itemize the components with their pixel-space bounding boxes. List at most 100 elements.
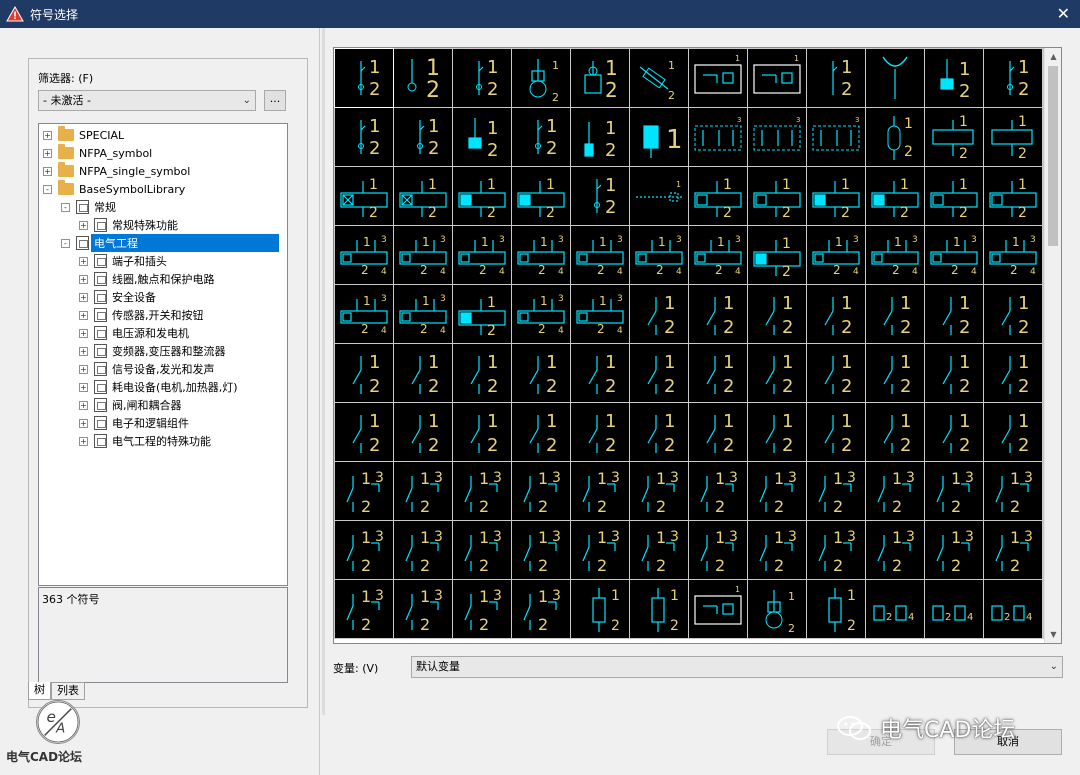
symbol-cell[interactable]: 13 2 4 [984, 226, 1042, 284]
tree-item[interactable]: + 线圈,触点和保护电路 [79, 270, 215, 288]
symbol-cell[interactable]: 132 [630, 462, 688, 520]
symbol-cell[interactable]: 132 [453, 462, 511, 520]
symbol-cell[interactable]: 13 2 4 [630, 226, 688, 284]
scroll-down-icon[interactable]: ▼ [1045, 626, 1061, 643]
symbol-cell[interactable]: 12 [453, 403, 511, 461]
collapse-icon[interactable]: - [61, 238, 70, 248]
symbol-cell[interactable]: 13 2 4 [335, 226, 393, 284]
symbol-cell[interactable]: 12 [571, 344, 629, 402]
symbol-cell[interactable]: 24 [984, 580, 1042, 638]
symbol-cell[interactable]: 132 [984, 462, 1042, 520]
symbol-cell[interactable]: 12 [512, 403, 570, 461]
symbol-cell[interactable]: 12 [512, 167, 570, 225]
expand-icon[interactable]: + [79, 382, 88, 392]
symbol-cell[interactable]: 132 [807, 462, 865, 520]
expand-icon[interactable]: + [79, 256, 88, 266]
symbol-cell[interactable]: 13 2 4 [394, 285, 452, 343]
symbol-cell[interactable]: 12 [394, 167, 452, 225]
symbol-cell[interactable]: 12 [984, 108, 1042, 166]
filter-select[interactable]: - 未激活 - ⌄ [38, 90, 256, 111]
symbol-cell[interactable]: 12 [512, 344, 570, 402]
symbol-cell[interactable]: 12 [807, 344, 865, 402]
symbol-cell[interactable]: 12 [748, 344, 806, 402]
tree-item[interactable]: - 电气工程 [61, 234, 279, 252]
expand-icon[interactable]: + [43, 148, 52, 158]
symbol-cell[interactable]: 13 2 4 [866, 226, 924, 284]
symbol-cell[interactable]: 12 [748, 226, 806, 284]
symbol-cell[interactable]: 12 [866, 403, 924, 461]
panel-splitter[interactable] [322, 28, 325, 715]
symbol-cell[interactable]: 12 [984, 403, 1042, 461]
symbol-cell[interactable]: 132 [571, 521, 629, 579]
symbol-cell[interactable]: 12 [984, 49, 1042, 107]
tree-item[interactable]: - BaseSymbolLibrary [43, 180, 185, 198]
symbol-cell[interactable]: 12 [453, 108, 511, 166]
symbol-cell[interactable]: 132 [630, 521, 688, 579]
expand-icon[interactable]: + [79, 292, 88, 302]
symbol-cell[interactable]: 132 [984, 521, 1042, 579]
symbol-tree[interactable]: + SPECIAL + NFPA_symbol + NFPA_single_symbol -… [38, 123, 288, 586]
collapse-icon[interactable]: - [61, 202, 70, 212]
symbol-cell[interactable]: 132 [453, 580, 511, 638]
symbol-cell[interactable]: 12 [512, 49, 570, 107]
symbol-cell[interactable]: 12 [571, 403, 629, 461]
symbol-cell[interactable]: 132 [335, 462, 393, 520]
symbol-cell[interactable]: 12 [394, 49, 452, 107]
expand-icon[interactable]: + [43, 166, 52, 176]
symbol-cell[interactable]: 12 [984, 285, 1042, 343]
symbol-cell[interactable]: 132 [866, 462, 924, 520]
symbol-cell[interactable]: 13 2 4 [925, 226, 983, 284]
symbol-cell[interactable]: 132 [512, 580, 570, 638]
symbol-cell[interactable]: 12 [335, 403, 393, 461]
symbol-cell[interactable]: 3 [807, 108, 865, 166]
close-icon[interactable]: ✕ [1057, 4, 1070, 23]
symbol-cell[interactable]: 12 [394, 403, 452, 461]
tree-item[interactable]: + 电气工程的特殊功能 [79, 432, 211, 450]
symbol-cell[interactable]: 1 [630, 108, 688, 166]
symbol-cell[interactable]: 132 [689, 521, 747, 579]
symbol-cell[interactable]: 12 [689, 285, 747, 343]
symbol-cell[interactable]: 3 [689, 108, 747, 166]
symbol-cell[interactable]: 12 [394, 108, 452, 166]
expand-icon[interactable]: + [79, 436, 88, 446]
tree-item[interactable]: + 阀,闸和耦合器 [79, 396, 182, 414]
symbol-cell[interactable]: 132 [394, 462, 452, 520]
symbol-cell[interactable]: 13 2 4 [394, 226, 452, 284]
symbol-cell[interactable] [866, 49, 924, 107]
expand-icon[interactable]: + [79, 274, 88, 284]
symbol-cell[interactable]: 12 [925, 167, 983, 225]
tree-item[interactable]: + NFPA_symbol [43, 144, 152, 162]
symbol-cell[interactable]: 12 [748, 167, 806, 225]
symbol-cell[interactable]: 3 [748, 108, 806, 166]
symbol-cell[interactable]: 13 2 4 [689, 226, 747, 284]
tree-item[interactable]: + NFPA_single_symbol [43, 162, 190, 180]
scroll-thumb[interactable] [1048, 66, 1058, 246]
expand-icon[interactable]: + [79, 418, 88, 428]
expand-icon[interactable]: + [79, 400, 88, 410]
tree-item[interactable]: + SPECIAL [43, 126, 124, 144]
symbol-cell[interactable]: 132 [394, 580, 452, 638]
symbol-cell[interactable]: 12 [689, 403, 747, 461]
symbol-cell[interactable]: 12 [335, 167, 393, 225]
expand-icon[interactable]: + [79, 328, 88, 338]
tree-item[interactable]: + 信号设备,发光和发声 [79, 360, 215, 378]
scroll-up-icon[interactable]: ▲ [1045, 48, 1061, 65]
symbol-cell[interactable]: 1 [689, 580, 747, 638]
tree-item[interactable]: + 变频器,变压器和整流器 [79, 342, 226, 360]
expand-icon[interactable]: + [79, 364, 88, 374]
tab-tree[interactable]: 树 [28, 682, 51, 700]
symbol-cell[interactable]: 1 [630, 167, 688, 225]
symbol-cell[interactable]: 12 [453, 49, 511, 107]
symbol-cell[interactable]: 1 [748, 49, 806, 107]
symbol-cell[interactable]: 12 [748, 403, 806, 461]
symbol-cell[interactable]: 12 [807, 403, 865, 461]
expand-icon[interactable]: + [79, 220, 88, 230]
expand-icon[interactable]: + [79, 310, 88, 320]
symbol-cell[interactable]: 12 [630, 49, 688, 107]
symbol-cell[interactable]: 132 [571, 462, 629, 520]
symbol-cell[interactable]: 12 [394, 344, 452, 402]
symbol-cell[interactable]: 12 [512, 108, 570, 166]
symbol-cell[interactable]: 12 [748, 285, 806, 343]
variant-select[interactable]: 默认变量 ⌄ [411, 656, 1063, 678]
symbol-cell[interactable]: 132 [335, 580, 393, 638]
